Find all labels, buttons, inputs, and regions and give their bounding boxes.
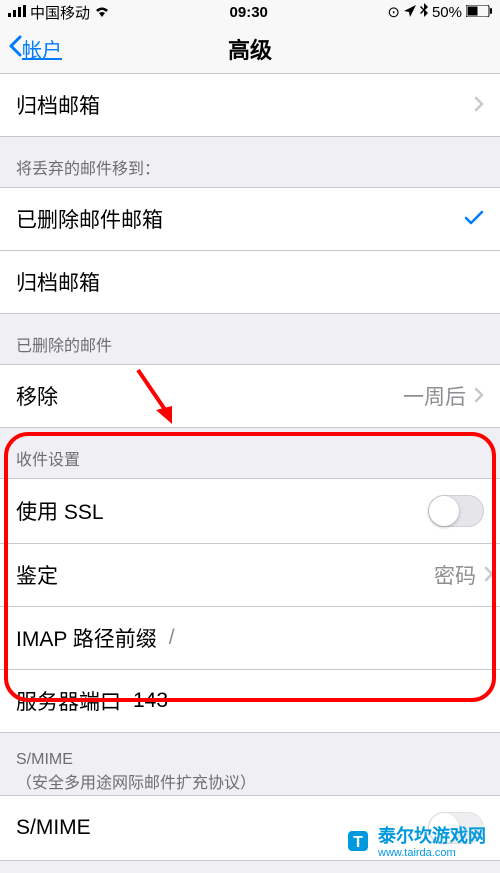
smime-label: S/MIME (16, 816, 91, 840)
svg-text:T: T (353, 834, 363, 851)
remove-label: 移除 (16, 381, 58, 411)
imap-prefix-input[interactable] (169, 626, 484, 650)
status-left: 中国移动 (8, 2, 110, 23)
server-port-row[interactable]: 服务器端口 (0, 670, 500, 733)
watermark-logo-icon: T (344, 827, 372, 855)
chevron-left-icon (8, 35, 22, 63)
remove-row[interactable]: 移除 一周后 (0, 364, 500, 428)
nav-bar: 帐户 高级 (0, 24, 500, 74)
back-button[interactable]: 帐户 (8, 34, 62, 63)
smime-header-sub: （安全多用途网际邮件扩充协议） (16, 775, 256, 792)
battery-percent: 50% (432, 4, 462, 21)
page-title: 高级 (228, 33, 272, 65)
back-label: 帐户 (22, 34, 62, 63)
archive-mailbox-label: 归档邮箱 (16, 90, 100, 120)
use-ssl-label: 使用 SSL (16, 496, 104, 526)
archive-mailbox-row[interactable]: 归档邮箱 (0, 73, 500, 137)
archive-mailbox-option[interactable]: 归档邮箱 (0, 251, 500, 314)
location-icon (404, 4, 416, 21)
deleted-mailbox-label: 已删除邮件邮箱 (16, 204, 163, 234)
smime-section-header: S/MIME （安全多用途网际邮件扩充协议） (0, 733, 500, 795)
authentication-row[interactable]: 鉴定 密码 (0, 544, 500, 607)
signal-icon (8, 4, 26, 21)
deleted-mailbox-option[interactable]: 已删除邮件邮箱 (0, 187, 500, 251)
chevron-right-icon (484, 562, 494, 588)
watermark: T 泰尔坎游戏网 www.tairda.com (344, 822, 486, 859)
battery-icon (466, 4, 492, 21)
check-icon (464, 205, 484, 233)
bluetooth-icon (420, 3, 428, 21)
imap-prefix-row[interactable]: IMAP 路径前缀 (0, 607, 500, 670)
incoming-section-header: 收件设置 (0, 428, 500, 478)
status-bar: 中国移动 09:30 ⊙ 50% (0, 0, 500, 24)
authentication-label: 鉴定 (16, 560, 58, 590)
status-right: ⊙ 50% (387, 3, 492, 21)
discard-section-header: 将丢弃的邮件移到： (0, 137, 500, 187)
server-port-input[interactable] (133, 689, 193, 713)
wifi-icon (94, 4, 110, 21)
archive-mailbox-option-label: 归档邮箱 (16, 267, 100, 297)
use-ssl-row: 使用 SSL (0, 478, 500, 544)
watermark-name: 泰尔坎游戏网 (378, 826, 486, 846)
carrier-label: 中国移动 (30, 2, 90, 23)
watermark-url: www.tairda.com (378, 848, 486, 859)
deleted-section-header: 已删除的邮件 (0, 314, 500, 364)
chevron-right-icon (474, 383, 484, 409)
clock: 09:30 (230, 4, 268, 21)
ssl-toggle[interactable] (428, 495, 484, 527)
imap-prefix-label: IMAP 路径前缀 (16, 623, 157, 653)
switch-knob (429, 496, 459, 526)
remove-value: 一周后 (403, 381, 466, 411)
server-port-label: 服务器端口 (16, 686, 121, 716)
lock-icon: ⊙ (387, 3, 400, 21)
smime-header-main: S/MIME (16, 751, 73, 768)
authentication-value: 密码 (434, 560, 476, 590)
chevron-right-icon (474, 92, 484, 118)
